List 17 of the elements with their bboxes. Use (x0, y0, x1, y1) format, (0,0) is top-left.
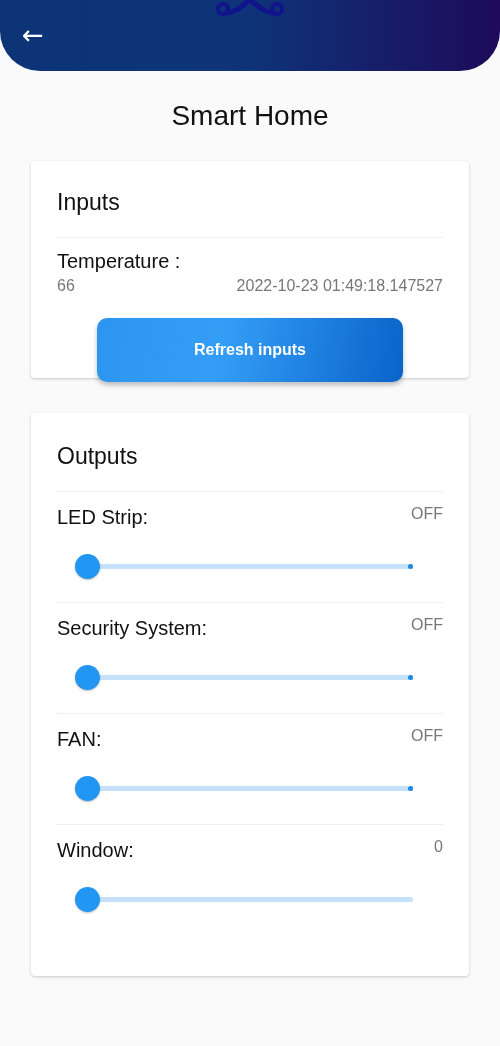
control-label: FAN: (57, 727, 102, 752)
sensor-label: Temperature : (57, 249, 182, 274)
logo-icon (215, 0, 285, 19)
sensor-value: 66 (57, 276, 75, 296)
section-heading: Inputs (57, 188, 121, 217)
control-label: Window: (57, 838, 134, 863)
control-reading: 0 (434, 837, 443, 857)
control-reading: OFF (411, 504, 443, 524)
control-label: Security System: (57, 616, 208, 641)
refresh-button[interactable]: Refresh inputs (97, 318, 403, 382)
control-label: LED Strip: (57, 505, 149, 530)
timestamp: 2022-10-23 01:49:18.147527 (236, 276, 443, 296)
control-reading: OFF (411, 615, 443, 635)
back-button[interactable]: ← (22, 20, 44, 50)
section-heading: Outputs (57, 442, 139, 471)
control-reading: OFF (411, 726, 443, 746)
page-title: Smart Home (170, 99, 330, 133)
